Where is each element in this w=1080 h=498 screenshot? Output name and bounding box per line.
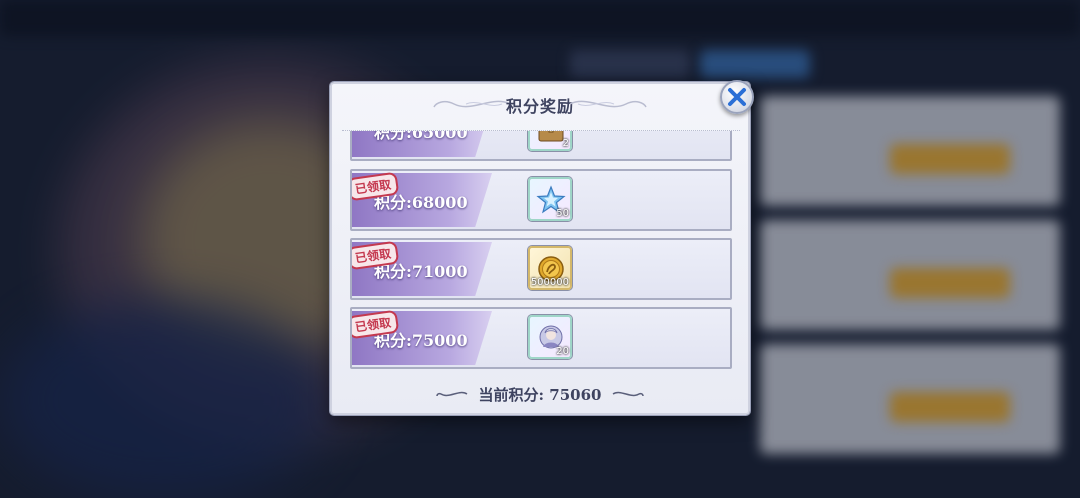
- reward-item-slot[interactable]: 50: [528, 177, 572, 221]
- close-button[interactable]: [720, 80, 754, 114]
- dialog-header: 积分奖励: [332, 84, 748, 126]
- reward-quantity: 20: [556, 346, 569, 357]
- dialog-title: 积分奖励: [505, 97, 574, 116]
- reward-row: 积分:68000 已领取 50: [350, 169, 732, 231]
- current-points: 当前积分: 75060: [478, 385, 602, 404]
- score-reward-dialog: 积分奖励 积分:65000 2 积分:68000 已领取 50 积分:71000…: [330, 80, 754, 415]
- reward-quantity: 50: [556, 208, 569, 219]
- reward-list[interactable]: 积分:65000 2 积分:68000 已领取 50 积分:71000 已领取 …: [342, 130, 740, 381]
- reward-item-slot[interactable]: 500000: [528, 246, 572, 290]
- ornament-right-icon: [569, 100, 647, 108]
- reward-item-slot[interactable]: 2: [528, 131, 572, 151]
- ornament-left-icon: [435, 391, 467, 397]
- reward-item-slot[interactable]: 20: [528, 315, 572, 359]
- reward-quantity: 500000: [530, 277, 569, 288]
- reward-row: 积分:75000 已领取 20: [350, 307, 732, 369]
- ornament-left-icon: [433, 100, 511, 108]
- close-icon: [728, 88, 746, 106]
- reward-quantity: 2: [562, 138, 569, 149]
- treasure-chest-icon: [538, 131, 564, 142]
- ornament-right-icon: [613, 391, 645, 397]
- current-points-bar: 当前积分: 75060: [332, 381, 748, 407]
- reward-row: 积分:65000 2: [350, 130, 732, 161]
- reward-row: 积分:71000 已领取 500000: [350, 238, 732, 300]
- reward-score-label: 积分:65000: [374, 130, 468, 142]
